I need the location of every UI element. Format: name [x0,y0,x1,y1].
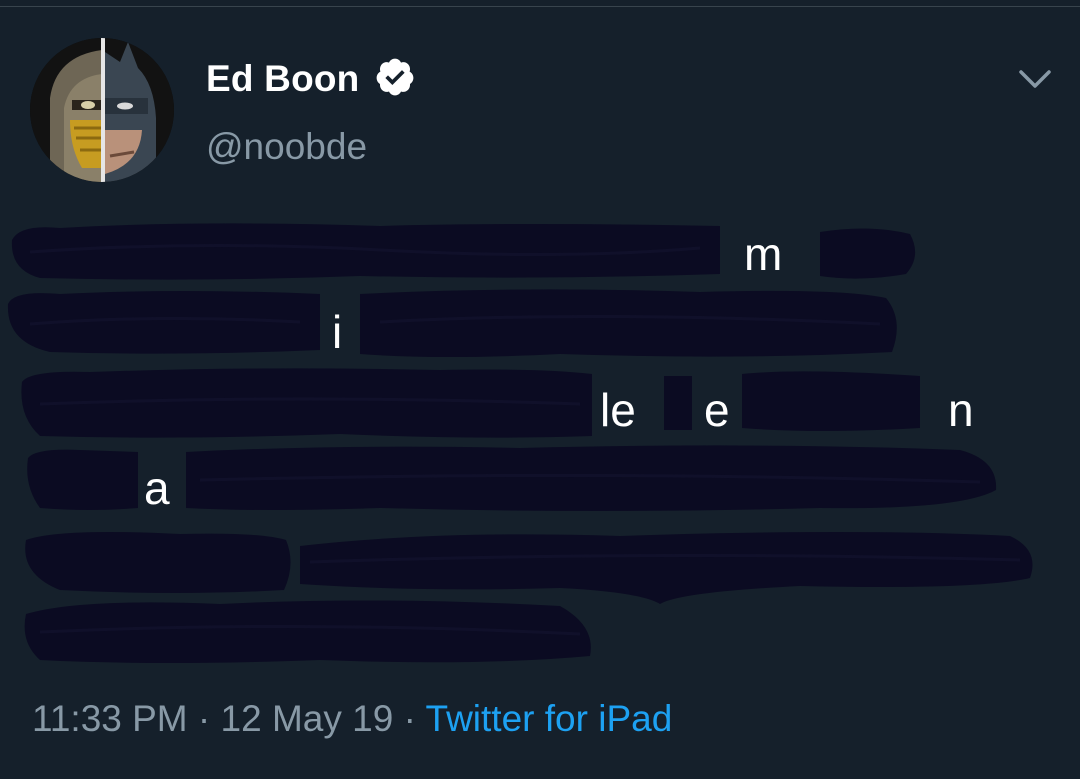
tweet-time[interactable]: 11:33 PM [32,698,188,739]
meta-separator: · [197,698,211,739]
verified-badge-icon [376,58,414,96]
avatar[interactable] [30,38,174,182]
visible-fragment: le [600,384,636,436]
tweet-date[interactable]: 12 May 19 [221,698,394,739]
display-name[interactable]: Ed Boon [206,56,359,102]
tweet-source-link[interactable]: Twitter for iPad [426,698,673,739]
visible-fragment: e [704,384,730,436]
visible-fragment: a [144,462,170,514]
visible-fragment: i [332,306,343,358]
meta-separator: · [403,698,416,739]
redaction-scribbles [7,223,1033,663]
chevron-down-icon[interactable] [1016,64,1054,94]
visible-fragment: n [948,384,974,436]
visible-fragment: m [744,228,783,280]
tweet-metadata: 11:33 PM · 12 May 19 · Twitter for iPad [32,696,672,742]
tweet-card: Ed Boon @noobde m i le e n a 11:33 PM · … [0,0,1080,779]
tweet-body-redacted: m i le e n a [0,190,1080,690]
user-handle[interactable]: @noobde [206,124,367,170]
top-divider [0,0,1080,7]
